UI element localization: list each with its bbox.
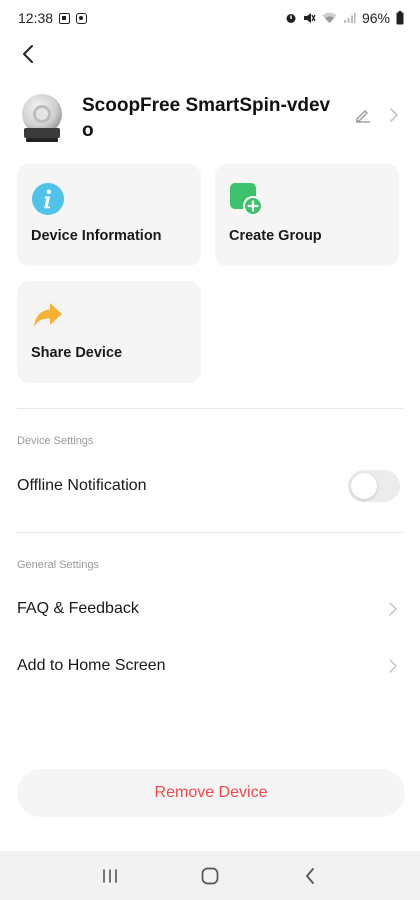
add-to-home-screen-row[interactable]: Add to Home Screen (0, 643, 420, 689)
remove-device-label: Remove Device (154, 784, 268, 801)
recent-apps-icon (103, 868, 117, 883)
home-button[interactable] (190, 856, 230, 896)
offline-notification-toggle[interactable] (348, 470, 400, 502)
back-button[interactable] (14, 40, 42, 68)
create-group-label: Create Group (229, 228, 322, 244)
share-arrow-icon (34, 303, 62, 327)
device-header[interactable]: ScoopFree SmartSpin-vdevo (18, 88, 408, 148)
general-settings-title: General Settings (17, 559, 99, 571)
create-group-card[interactable]: Create Group (215, 164, 399, 266)
faq-feedback-label: FAQ & Feedback (17, 600, 139, 617)
gallery-icon (59, 12, 71, 24)
home-icon (201, 867, 219, 884)
add-to-home-screen-label: Add to Home Screen (17, 657, 166, 674)
remove-device-button[interactable]: Remove Device (17, 769, 405, 817)
battery-percent: 96% (361, 10, 390, 26)
status-bar: 12:38 96% (0, 0, 420, 36)
status-right: 96% (285, 10, 404, 26)
status-time: 12:38 (18, 10, 54, 26)
device-settings-title: Device Settings (17, 435, 94, 447)
nav-back-button[interactable] (290, 856, 330, 896)
system-nav-bar (0, 851, 420, 900)
alarm-icon (286, 14, 296, 23)
wifi-icon (322, 12, 337, 23)
mute-icon (303, 13, 316, 23)
signal-icon (343, 13, 356, 23)
share-device-label: Share Device (31, 345, 123, 361)
chevron-right-icon (389, 602, 398, 616)
add-group-icon (230, 183, 263, 216)
recent-apps-button[interactable] (90, 856, 130, 896)
battery-icon (396, 11, 404, 25)
status-left: 12:38 (18, 10, 88, 26)
pencil-icon[interactable] (354, 106, 372, 124)
divider (17, 408, 403, 409)
screen-record-icon (76, 12, 88, 24)
chevron-right-icon[interactable] (386, 106, 402, 124)
chevron-right-icon (389, 659, 398, 673)
device-information-card[interactable]: Device Information (17, 164, 201, 266)
device-name: ScoopFree SmartSpin-vdevo (82, 95, 331, 141)
toggle-knob (351, 473, 377, 499)
info-icon (32, 183, 64, 215)
divider (17, 532, 403, 533)
share-device-card[interactable]: Share Device (17, 281, 201, 383)
back-arrow-icon (23, 45, 33, 63)
device-image (18, 92, 66, 144)
nav-back-icon (306, 867, 314, 884)
offline-notification-label: Offline Notification (17, 477, 147, 494)
faq-feedback-row[interactable]: FAQ & Feedback (0, 586, 420, 632)
device-information-label: Device Information (31, 228, 162, 244)
